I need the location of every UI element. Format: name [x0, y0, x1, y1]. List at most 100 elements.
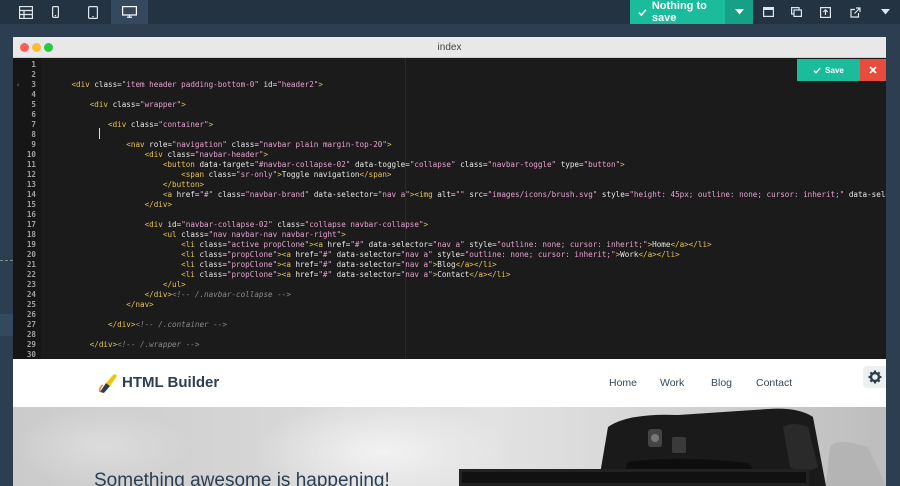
code-line: 1 [13, 60, 886, 70]
code-line: 12 <span class="sr-only">Toggle navigati… [13, 170, 886, 180]
tablet-view-icon[interactable] [74, 0, 111, 24]
save-status-button[interactable]: Nothing to save [630, 0, 725, 24]
line-number: 23 [26, 280, 36, 289]
code-line: 8 [13, 130, 886, 140]
code-line: 16 [13, 210, 886, 220]
line-number: 15 [26, 200, 36, 209]
code-text: <ul class="nav navbar-nav navbar-right"> [162, 230, 346, 239]
code-text: <li class="propClone"><a href="#" data-s… [181, 250, 680, 259]
line-number: 27 [26, 320, 36, 329]
desktop-view-icon[interactable] [111, 0, 148, 24]
line-number: 19 [26, 240, 36, 249]
line-number: 2 [31, 70, 36, 79]
code-line: 2 [13, 70, 886, 80]
code-text: </div><!-- /.navbar-collapse --> [144, 290, 291, 299]
hero-device-frame [459, 469, 809, 486]
line-number: 25 [26, 300, 36, 309]
line-number: 30 [26, 350, 36, 359]
check-icon [813, 67, 821, 74]
line-number: 10 [26, 150, 36, 159]
nav-link-blog[interactable]: Blog [711, 377, 732, 389]
preview-navbar: HTML Builder Home Work Blog Contact [13, 359, 886, 407]
duplicate-icon[interactable] [783, 0, 809, 24]
line-number: 11 [26, 160, 36, 169]
hero-section: Something awesome is happening! [13, 407, 886, 486]
code-line: 30 [13, 350, 886, 359]
preview-icon[interactable] [755, 0, 781, 24]
line-number: 29 [26, 340, 36, 349]
editor-window-bar: index [13, 37, 886, 58]
code-line: 28 [13, 330, 886, 340]
code-line: 23 </ul> [13, 280, 886, 290]
line-number: 5 [31, 100, 36, 109]
code-line: 3 ‹ <div class="item header padding-botto… [13, 80, 886, 90]
code-text: <span class="sr-only">Toggle navigation<… [181, 170, 392, 179]
line-number: 28 [26, 330, 36, 339]
code-line: 10 <div class="navbar-header"> [13, 150, 886, 160]
line-number: 13 [26, 180, 36, 189]
page-preview: HTML Builder Home Work Blog Contact Some… [13, 359, 886, 486]
line-number: 1 [31, 60, 36, 69]
code-editor[interactable]: 1 2 3 ‹ <div class="item header padding-bot… [13, 58, 886, 359]
save-status-label: Nothing to save [651, 0, 707, 24]
chevron-down-icon [734, 9, 744, 15]
open-external-icon[interactable] [842, 0, 868, 24]
line-number: 17 [26, 220, 36, 229]
code-line: 20 <li class="propClone"><a href="#" dat… [13, 250, 886, 260]
editor-save-button[interactable]: Save [797, 59, 860, 81]
line-number: 22 [26, 270, 36, 279]
line-number: 12 [26, 170, 36, 179]
code-text: <li class="propClone"><a href="#" data-s… [181, 270, 511, 279]
sidebar-handle[interactable] [0, 314, 13, 336]
code-line: 18 <ul class="nav navbar-nav navbar-righ… [13, 230, 886, 240]
nav-link-home[interactable]: Home [609, 377, 637, 389]
close-icon[interactable] [860, 59, 886, 81]
line-number: 7 [31, 120, 36, 129]
line-number: 4 [31, 90, 36, 99]
right-sidebar-strip [886, 24, 900, 486]
line-number: 16 [26, 210, 36, 219]
code-line: 27 </div><!-- /.container --> [13, 320, 886, 330]
line-number: 9 [31, 140, 36, 149]
nav-link-work[interactable]: Work [660, 377, 684, 389]
code-text: </div><!-- /.container --> [108, 320, 227, 329]
check-icon [638, 8, 647, 16]
line-number: 26 [26, 310, 36, 319]
gear-icon[interactable] [863, 366, 886, 388]
code-line: 6 [13, 110, 886, 120]
code-text: <div id="navbar-collapse-02" class="coll… [144, 220, 429, 229]
export-icon[interactable] [812, 0, 838, 24]
code-line: 4 [13, 90, 886, 100]
code-text: </div><!-- /.wrapper --> [89, 340, 200, 349]
code-text: <div class="navbar-header"> [144, 150, 269, 159]
editor-save-label: Save [825, 65, 844, 75]
code-text: <div class="wrapper"> [89, 100, 186, 109]
code-line: 22 <li class="propClone"><a href="#" dat… [13, 270, 886, 280]
top-toolbar: Nothing to save [0, 0, 900, 24]
hero-title: Something awesome is happening! [94, 470, 390, 486]
phone-view-icon[interactable] [37, 0, 74, 24]
fold-marker-icon[interactable]: ‹ [16, 80, 20, 90]
line-number: 14 [26, 190, 36, 199]
code-text: <nav role="navigation" class="navbar pla… [126, 140, 392, 149]
menu-caret-icon[interactable] [872, 0, 898, 24]
line-number: 18 [26, 230, 36, 239]
code-text: </button> [162, 180, 205, 189]
code-text: </nav> [126, 300, 154, 309]
brand-name[interactable]: HTML Builder [122, 374, 219, 391]
nav-link-contact[interactable]: Contact [756, 377, 792, 389]
code-line: 19 <li class="active propClone"><a href=… [13, 240, 886, 250]
code-line: 14 <a href="#" class="navbar-brand" data… [13, 190, 886, 200]
code-text: <li class="active propClone"><a href="#"… [181, 240, 712, 249]
code-text: <div class="item header padding-bottom-0… [71, 80, 323, 89]
code-line: 11 <button data-target="#navbar-collapse… [13, 160, 886, 170]
code-text: </ul> [162, 280, 186, 289]
line-number: 21 [26, 260, 36, 269]
editor-window-title: index [437, 42, 462, 53]
save-options-dropdown[interactable] [725, 0, 753, 24]
code-line: 29 </div><!-- /.wrapper --> [13, 340, 886, 350]
code-line: 9 <nav role="navigation" class="navbar p… [13, 140, 886, 150]
left-sidebar-strip [0, 24, 13, 486]
line-number: 20 [26, 250, 36, 259]
code-line: 5 <div class="wrapper"> [13, 100, 886, 110]
